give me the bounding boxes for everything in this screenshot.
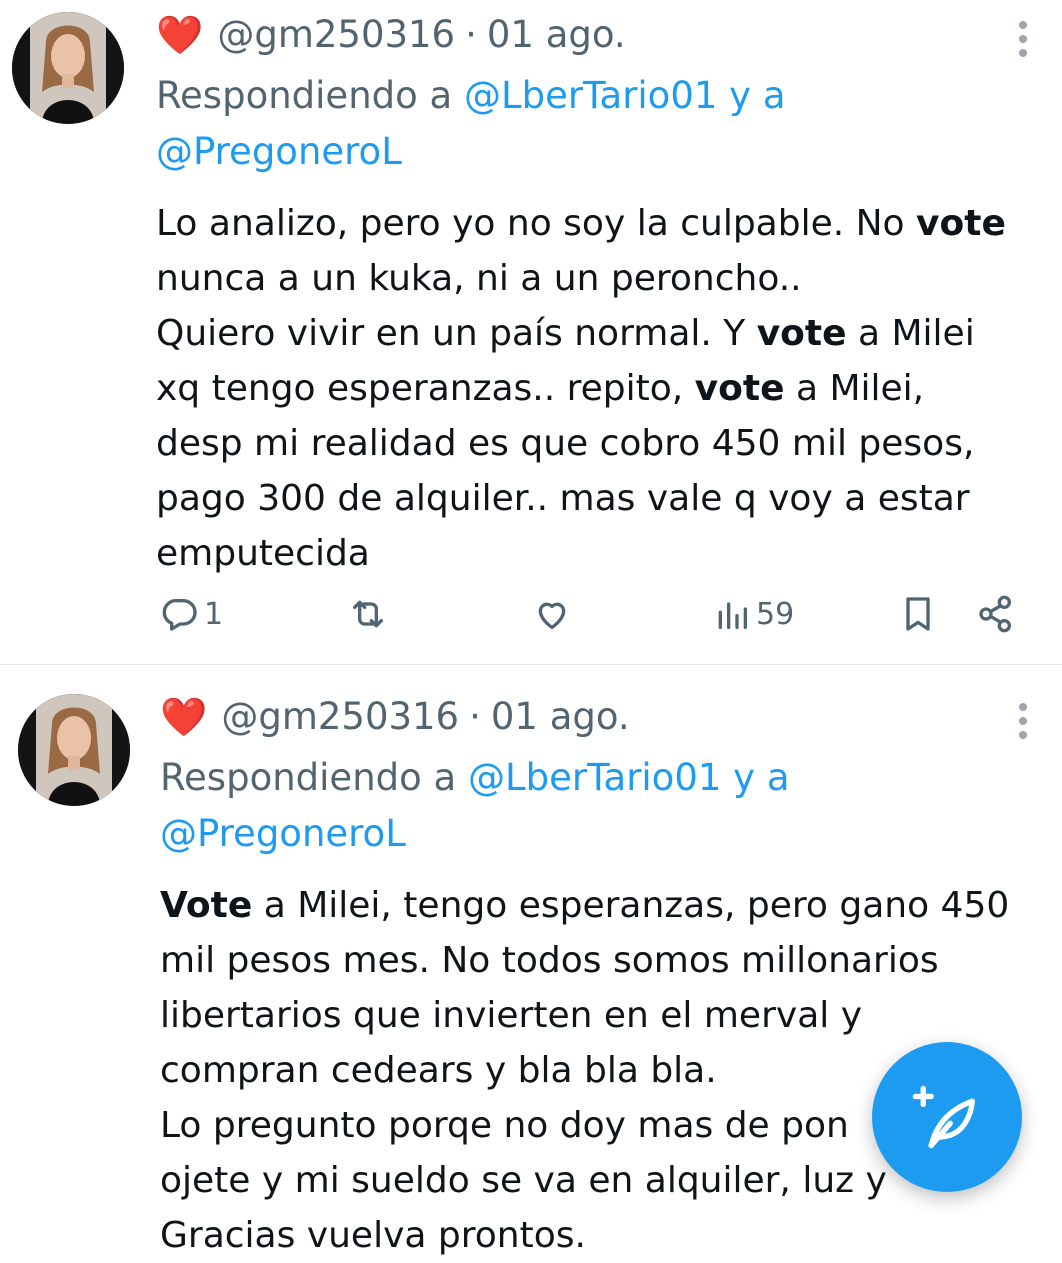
views-count: 59 — [756, 596, 795, 632]
reply-joiner: y a — [729, 74, 786, 117]
mention-link[interactable]: @PregoneroL — [156, 130, 402, 173]
tweet[interactable]: ❤️ @gm250316 · 01 ago. Respondiendo a @L… — [0, 0, 1062, 665]
avatar-image — [18, 694, 130, 806]
bookmark-button[interactable] — [898, 582, 938, 646]
tweet-header: ❤️ @gm250316 · 01 ago. — [160, 694, 1032, 740]
user-handle[interactable]: @gm250316 — [217, 12, 455, 58]
reply-prefix: Respondiendo a — [160, 756, 457, 799]
action-bar: 1 59 — [0, 582, 1062, 652]
replying-to: Respondiendo a @LberTario01 y a @Pregone… — [160, 750, 1032, 862]
tweet-date[interactable]: 01 ago. — [487, 12, 626, 58]
share-icon — [979, 595, 1011, 633]
tweet-body: ❤️ @gm250316 · 01 ago. Respondiendo a @L… — [160, 694, 1032, 1263]
views-icon — [718, 602, 747, 629]
tweet-text: Lo analizo, pero yo no soy la culpable. … — [156, 203, 1006, 574]
more-icon[interactable] — [1008, 16, 1038, 62]
tweet-header: ❤️ @gm250316 · 01 ago. — [156, 12, 1032, 58]
compose-tweet-button[interactable] — [872, 1042, 1022, 1192]
retweet-icon — [353, 600, 383, 628]
avatar[interactable] — [12, 12, 124, 124]
share-button[interactable] — [976, 582, 1016, 646]
reply-icon — [162, 599, 197, 631]
reply-count: 1 — [204, 596, 224, 632]
views-button[interactable]: 59 — [712, 582, 794, 646]
reply-joiner: y a — [733, 756, 790, 799]
more-icon[interactable] — [1008, 698, 1038, 744]
tweet-body: ❤️ @gm250316 · 01 ago. Respondiendo a @L… — [156, 12, 1032, 581]
bookmark-icon — [906, 597, 930, 631]
retweet-button[interactable] — [348, 582, 388, 646]
replying-to: Respondiendo a @LberTario01 y a @Pregone… — [156, 68, 1032, 180]
compose-tweet-icon — [912, 1085, 976, 1149]
like-icon — [538, 602, 566, 629]
tweet-date[interactable]: 01 ago. — [491, 694, 630, 740]
separator-dot: · — [469, 695, 481, 738]
heart-emoji: ❤️ — [156, 13, 204, 57]
separator-dot: · — [465, 13, 477, 56]
avatar-image — [12, 12, 124, 124]
reply-prefix: Respondiendo a — [156, 74, 453, 117]
mention-link[interactable]: @LberTario01 — [464, 74, 717, 117]
user-handle[interactable]: @gm250316 — [221, 694, 459, 740]
avatar[interactable] — [18, 694, 130, 806]
heart-emoji: ❤️ — [160, 695, 208, 739]
reply-button[interactable]: 1 — [160, 582, 223, 646]
like-button[interactable] — [532, 582, 572, 646]
mention-link[interactable]: @PregoneroL — [160, 812, 406, 855]
mention-link[interactable]: @LberTario01 — [468, 756, 721, 799]
